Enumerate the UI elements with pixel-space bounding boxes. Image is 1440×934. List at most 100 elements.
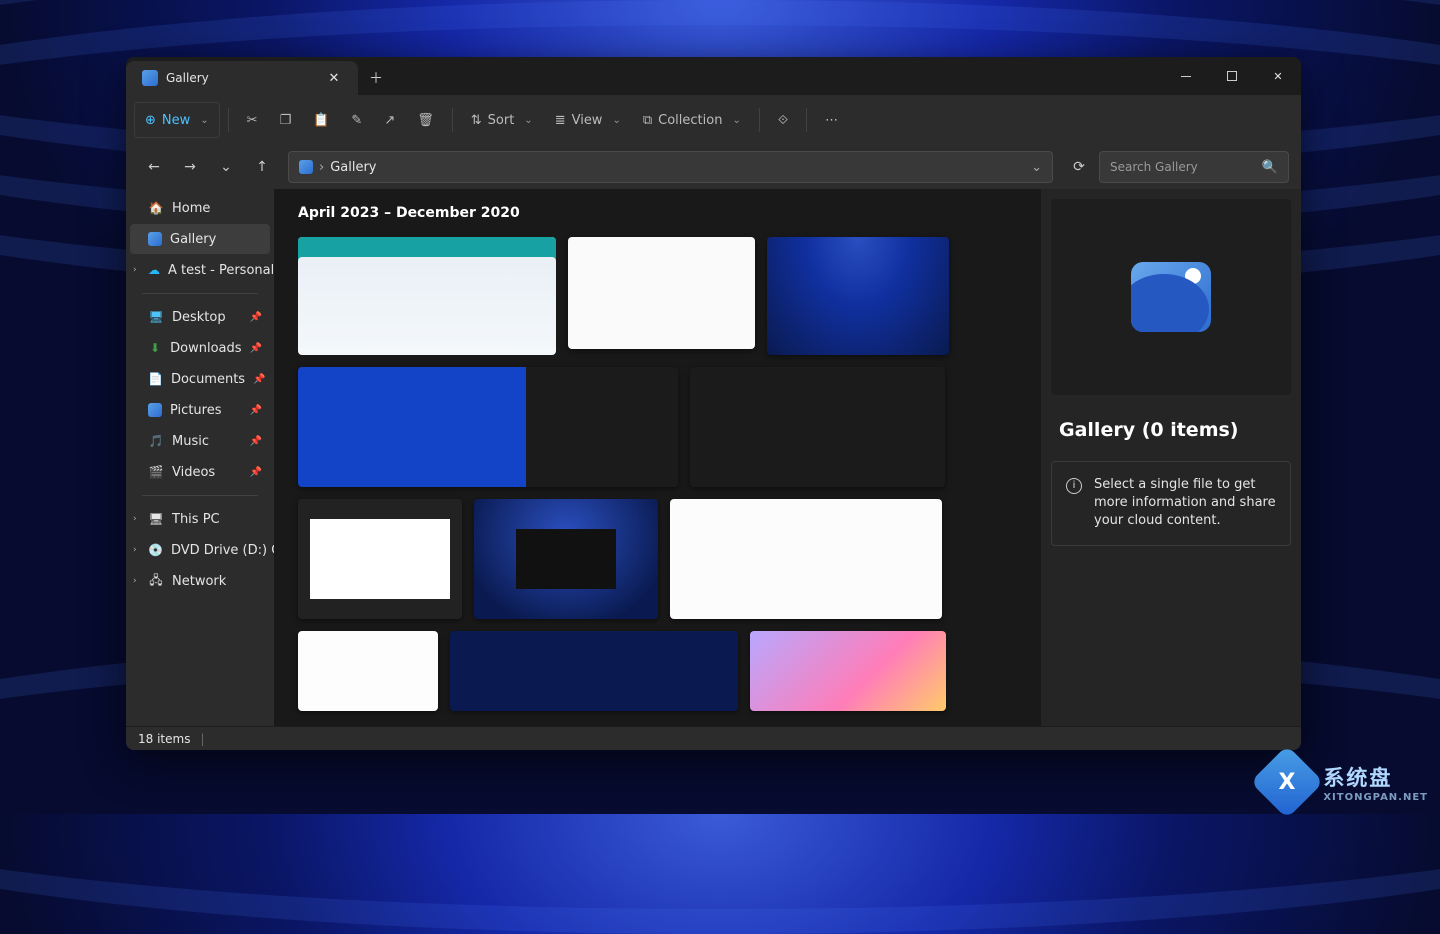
- sidebar-item-home[interactable]: 🏠 Home: [130, 193, 270, 223]
- sidebar-item-label: Videos: [172, 465, 215, 480]
- titlebar: Gallery ✕ ＋ ✕: [126, 57, 1301, 95]
- sidebar-item-this-pc[interactable]: › 🖥 This PC: [130, 504, 270, 534]
- chevron-down-icon[interactable]: ⌄: [1031, 160, 1042, 175]
- chevron-right-icon: ›: [133, 545, 137, 555]
- thumbnail[interactable]: [767, 237, 949, 355]
- copy-icon: ❐: [280, 113, 292, 128]
- thumbnail[interactable]: [298, 237, 556, 355]
- details-message: i Select a single file to get more infor…: [1051, 461, 1291, 546]
- tab-gallery[interactable]: Gallery ✕: [126, 61, 358, 95]
- sidebar-item-gallery[interactable]: Gallery: [130, 224, 270, 254]
- sidebar-item-videos[interactable]: 🎬 Videos 📌: [130, 457, 270, 487]
- up-button[interactable]: ↑: [246, 151, 278, 183]
- rename-button[interactable]: ✎: [341, 102, 372, 138]
- address-bar: ← → ⌄ ↑ › Gallery ⌄ ⟳ Search Gallery 🔍: [126, 145, 1301, 189]
- window-controls: ✕: [1163, 57, 1301, 95]
- close-tab-button[interactable]: ✕: [320, 64, 348, 92]
- breadcrumb-current: Gallery: [330, 160, 376, 175]
- desktop-icon: 🖥: [148, 309, 164, 325]
- phone-link-icon: ⟐: [778, 113, 788, 128]
- phone-link-button[interactable]: ⟐: [768, 102, 798, 138]
- delete-button[interactable]: 🗑: [407, 102, 444, 138]
- thumbnail[interactable]: [450, 631, 738, 711]
- sidebar-item-label: Desktop: [172, 310, 226, 325]
- dvd-icon: 💿: [148, 542, 163, 558]
- pin-icon: 📌: [250, 405, 262, 416]
- cut-button[interactable]: ✂: [237, 102, 268, 138]
- sort-button-label: Sort: [488, 113, 515, 128]
- collection-icon: ⧉: [643, 113, 652, 128]
- watermark-sub: XITONGPAN.NET: [1323, 792, 1428, 803]
- collection-button[interactable]: ⧉ Collection: [633, 102, 751, 138]
- chevron-right-icon: ›: [133, 265, 137, 275]
- navigation-pane: 🏠 Home Gallery › ☁ A test - Personal 🖥 D…: [126, 189, 274, 726]
- view-button[interactable]: ≣ View: [545, 102, 631, 138]
- thumbnail[interactable]: [298, 631, 438, 711]
- breadcrumb-separator: ›: [319, 160, 324, 175]
- new-button[interactable]: ⊕ New: [134, 102, 220, 138]
- pin-icon: 📌: [250, 312, 262, 323]
- thumbnail[interactable]: [474, 499, 658, 619]
- watermark-text: 系统盘: [1323, 762, 1428, 792]
- close-window-button[interactable]: ✕: [1255, 57, 1301, 95]
- pin-icon: 📌: [253, 374, 265, 385]
- sidebar-item-onedrive[interactable]: › ☁ A test - Personal: [130, 255, 270, 285]
- cloud-icon: ☁: [148, 262, 160, 278]
- pin-icon: 📌: [250, 436, 262, 447]
- view-button-label: View: [572, 113, 603, 128]
- downloads-icon: ⬇: [148, 340, 162, 356]
- sidebar-item-label: This PC: [172, 512, 220, 527]
- copy-button[interactable]: ❐: [270, 102, 302, 138]
- pictures-icon: [148, 403, 162, 417]
- sidebar-item-label: Network: [172, 574, 226, 589]
- new-tab-button[interactable]: ＋: [358, 61, 394, 95]
- minimize-button[interactable]: [1163, 57, 1209, 95]
- forward-button[interactable]: →: [174, 151, 206, 183]
- details-message-text: Select a single file to get more informa…: [1094, 476, 1276, 531]
- plus-circle-icon: ⊕: [145, 113, 156, 128]
- share-button[interactable]: ↗: [374, 102, 405, 138]
- back-button[interactable]: ←: [138, 151, 170, 183]
- search-input[interactable]: Search Gallery 🔍: [1099, 151, 1289, 183]
- more-options-button[interactable]: ⋯: [815, 102, 848, 138]
- thumbnail[interactable]: [690, 367, 945, 487]
- details-pane: Gallery (0 items) i Select a single file…: [1041, 189, 1301, 726]
- thumbnail[interactable]: [298, 367, 678, 487]
- thumbnail[interactable]: [670, 499, 942, 619]
- toolbar: ⊕ New ✂ ❐ 📋 ✎ ↗ 🗑 ⇅ Sort ≣ View ⧉ Collec…: [126, 95, 1301, 145]
- address-box[interactable]: › Gallery ⌄: [288, 151, 1053, 183]
- sidebar-item-label: Downloads: [170, 341, 241, 356]
- sidebar-item-music[interactable]: 🎵 Music 📌: [130, 426, 270, 456]
- sidebar-item-dvd[interactable]: › 💿 DVD Drive (D:) CCC: [130, 535, 270, 565]
- sidebar-item-documents[interactable]: 📄 Documents 📌: [130, 364, 270, 394]
- chevron-right-icon: ›: [133, 576, 137, 586]
- network-icon: 🖧: [148, 573, 164, 589]
- paste-button[interactable]: 📋: [303, 102, 339, 138]
- sidebar-item-desktop[interactable]: 🖥 Desktop 📌: [130, 302, 270, 332]
- chevron-right-icon: ›: [133, 514, 137, 524]
- gallery-content: April 2023 – December 2020: [274, 189, 1041, 726]
- sort-button[interactable]: ⇅ Sort: [461, 102, 543, 138]
- preview-placeholder: [1051, 199, 1291, 395]
- sidebar-item-network[interactable]: › 🖧 Network: [130, 566, 270, 596]
- site-watermark: X 系统盘 XITONGPAN.NET: [1261, 756, 1428, 808]
- sort-icon: ⇅: [471, 113, 482, 128]
- music-icon: 🎵: [148, 433, 164, 449]
- maximize-button[interactable]: [1209, 57, 1255, 95]
- sidebar-item-label: Pictures: [170, 403, 221, 418]
- sidebar-item-label: DVD Drive (D:) CCC: [171, 543, 274, 558]
- date-heading: April 2023 – December 2020: [298, 205, 1017, 221]
- info-icon: i: [1066, 478, 1082, 494]
- documents-icon: 📄: [148, 371, 163, 387]
- thumbnail[interactable]: [750, 631, 946, 711]
- gallery-icon: [299, 160, 313, 174]
- sidebar-item-pictures[interactable]: Pictures 📌: [130, 395, 270, 425]
- refresh-button[interactable]: ⟳: [1063, 151, 1095, 183]
- tab-title: Gallery: [166, 71, 312, 85]
- sidebar-item-label: Gallery: [170, 232, 216, 247]
- cut-icon: ✂: [247, 113, 258, 128]
- sidebar-item-label: A test - Personal: [168, 263, 274, 278]
- thumbnail[interactable]: [568, 237, 755, 349]
- recent-button[interactable]: ⌄: [210, 151, 242, 183]
- sidebar-item-downloads[interactable]: ⬇ Downloads 📌: [130, 333, 270, 363]
